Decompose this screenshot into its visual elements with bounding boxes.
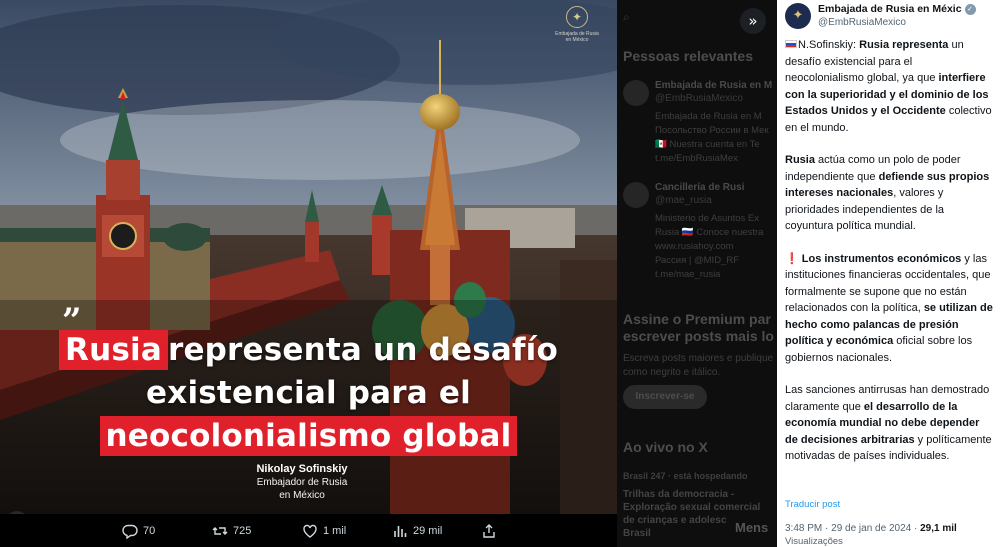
author-role-1: Embajador de Rusia — [256, 477, 348, 488]
headline-highlight-2: neocolonialismo global — [99, 416, 518, 456]
image-headline: Rusia representa un desafío existencial … — [0, 330, 617, 459]
text-span: N.Sofinskiy: — [798, 39, 860, 51]
heart-icon — [303, 524, 317, 538]
bio-line: www.rusiahoy.com — [655, 241, 734, 252]
dimmed-right-sidebar: ⌕ Pessoas relevantes Embajada de Rusia e… — [617, 0, 777, 547]
post-image[interactable]: ✦ Embajada de Rusia en México ” Rusia re… — [0, 0, 617, 520]
reply-button[interactable]: 70 — [122, 522, 155, 540]
premium-desc-line: como negrito e itálico. — [623, 367, 721, 378]
image-author: Nikolay Sofinskiy Embajador de Rusia en … — [232, 462, 372, 502]
media-panel: ✦ Embajada de Rusia en México ” Rusia re… — [0, 0, 617, 547]
trend-title-line: Exploração sexual comercial — [623, 502, 761, 513]
display-name-text: Embajada de Rusia en Méxic — [818, 3, 962, 15]
tweet-paragraph-1: N.Sofinskiy: Rusia representa un desafío… — [785, 37, 993, 136]
subscribe-button[interactable]: Inscrever-se — [623, 385, 707, 409]
timestamp-text[interactable]: 3:48 PM · 29 de jan de 2024 · — [785, 523, 920, 534]
account-name: Embajada de Rusia en M — [655, 80, 773, 91]
tweet-text: N.Sofinskiy: Rusia representa un desafío… — [785, 37, 993, 481]
bio-line: Embajada de Rusia en M — [655, 111, 762, 122]
relevant-people-title: Pessoas relevantes — [623, 48, 753, 64]
avatar — [623, 182, 649, 208]
headline-highlight-1: Rusia — [59, 330, 168, 370]
headline-line2: existencial para el — [146, 375, 471, 411]
bio-line: Посольство России в Мек — [655, 125, 769, 136]
account-handle: @EmbRusiaMexico — [655, 93, 743, 104]
messages-drawer[interactable]: Mens — [735, 520, 768, 536]
views-number: 29,1 mil — [920, 523, 957, 534]
premium-desc: Escreva posts maiores e publique como ne… — [623, 352, 773, 380]
bio-line: Рассия | @MID_RF — [655, 255, 740, 266]
premium-title-2: escrever posts mais lo — [623, 328, 774, 344]
post-action-bar: 70 725 1 mil 29 mil — [0, 514, 617, 547]
share-icon — [483, 524, 495, 538]
avatar — [623, 80, 649, 106]
search-icon: ⌕ — [623, 10, 630, 24]
trend-source: Brasil 247 · está hospedando — [623, 471, 748, 481]
author-avatar[interactable]: ✦ — [785, 3, 811, 29]
views-button[interactable]: 29 mil — [392, 522, 442, 540]
headline-line1-rest: representa un desafío — [167, 332, 558, 368]
seal-text-2: en México — [565, 37, 589, 43]
post-timestamp: 3:48 PM · 29 de jan de 2024 · 29,1 mil — [785, 523, 957, 535]
reply-icon — [122, 524, 138, 539]
bio-line: Ministerio de Asuntos Ex — [655, 213, 760, 224]
live-title: Ao vivo no X — [623, 439, 708, 455]
author-display-name[interactable]: Embajada de Rusia en Méxic ✓ — [818, 3, 976, 16]
reply-count: 70 — [143, 525, 156, 537]
text-bold: Rusia — [785, 154, 815, 166]
tweet-paragraph-3: ❗ Los instrumentos económicos y las inst… — [785, 251, 993, 367]
views-count: 29 mil — [413, 525, 443, 537]
premium-desc-line: Escreva posts maiores e publique — [623, 353, 774, 364]
coat-of-arms-icon: ✦ — [566, 6, 588, 28]
share-button[interactable] — [481, 522, 497, 540]
author-handle[interactable]: @EmbRusiaMexico — [818, 16, 906, 29]
russia-flag-icon — [785, 40, 797, 48]
account-handle: @mae_rusia — [655, 195, 712, 206]
like-count: 1 mil — [323, 525, 347, 537]
text-bold: Rusia representa — [859, 39, 949, 51]
bio-line: 🇲🇽 Nuestra cuenta en Te — [655, 139, 760, 150]
repost-count: 725 — [233, 525, 252, 537]
text-bold: Los instrumentos económicos — [801, 252, 962, 265]
tweet-paragraph-4: Las sanciones antirrusas han demostrado … — [785, 382, 993, 465]
post-media-viewer: ✦ Embajada de Rusia en México ” Rusia re… — [0, 0, 1000, 547]
account-bio: Embajada de Rusia en M Посольство России… — [655, 110, 769, 166]
bio-line: t.me/mae_rusia — [655, 269, 721, 280]
account-name: Cancillería de Rusi — [655, 182, 745, 193]
bio-line: t.me/EmbRusiaMex — [655, 153, 738, 164]
tweet-paragraph-2: Rusia actúa como un polo de poder indepe… — [785, 152, 993, 235]
author-name: Nikolay Sofinskiy — [256, 463, 348, 475]
exclamation-icon: ❗ — [785, 252, 799, 265]
premium-title-1: Assine o Premium par — [623, 311, 771, 327]
translate-post-link[interactable]: Traducir post — [785, 499, 840, 511]
expand-icon[interactable]: » — [740, 8, 766, 34]
account-bio: Ministerio de Asuntos Ex Rusia 🇷🇺 Conoce… — [655, 212, 763, 282]
trend-title-line: Trilhas da democracia - — [623, 489, 735, 500]
embassy-seal: ✦ Embajada de Rusia en México — [552, 6, 602, 43]
repost-icon — [212, 527, 228, 535]
bio-line: Rusia 🇷🇺 Conoce nuestra — [655, 227, 764, 238]
repost-button[interactable]: 725 — [212, 522, 251, 540]
views-label: Visualizações — [785, 536, 843, 547]
analytics-icon — [394, 526, 407, 537]
verified-badge-icon: ✓ — [964, 4, 976, 15]
author-role-2: en México — [279, 490, 325, 501]
like-button[interactable]: 1 mil — [302, 522, 346, 540]
tweet-panel: ✦ Embajada de Rusia en Méxic ✓ @EmbRusia… — [777, 0, 1000, 547]
